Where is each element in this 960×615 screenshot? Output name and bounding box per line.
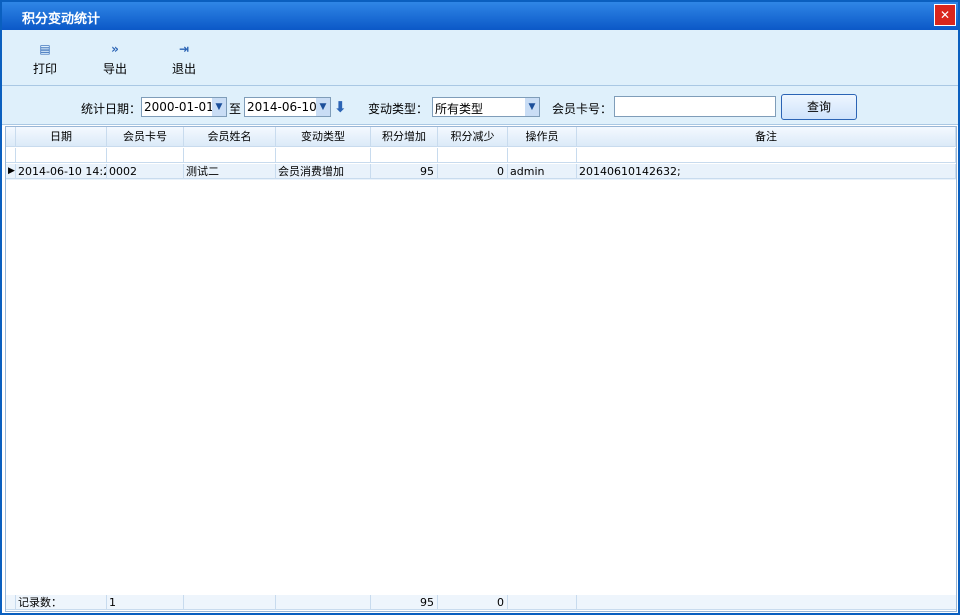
summary-row: 记录数： 1 95 0 <box>6 595 956 611</box>
window-title: 积分变动统计 <box>22 12 101 27</box>
record-count-label: 记录数： <box>16 595 107 610</box>
card-number-input[interactable] <box>614 96 776 117</box>
title-bar: 积分变动统计 ✕ <box>2 2 958 30</box>
chevron-down-icon[interactable]: ▼ <box>212 98 226 116</box>
exit-button[interactable]: ⇥ 退出 <box>159 30 209 85</box>
date-to-value: 2014-06-10 <box>247 100 317 114</box>
filter-cell[interactable] <box>438 148 508 163</box>
cell-type[interactable]: 会员消费增加 <box>276 164 371 179</box>
table-row[interactable]: ▶ 2014-06-10 14:20 0002 测试二 会员消费增加 95 0 … <box>6 164 956 180</box>
type-label: 变动类型： <box>368 102 429 116</box>
chevron-down-icon[interactable]: ▼ <box>525 98 539 116</box>
header-name[interactable]: 会员姓名 <box>184 127 276 147</box>
exit-door-icon: ⇥ <box>178 42 190 56</box>
cell-date[interactable]: 2014-06-10 14:20 <box>16 164 107 179</box>
close-icon[interactable]: ✕ <box>934 4 956 26</box>
exit-label: 退出 <box>171 62 196 76</box>
toolbar: ▤ 打印 » 导出 ⇥ 退出 <box>2 30 958 86</box>
cell-name[interactable]: 测试二 <box>184 164 276 179</box>
header-decrease[interactable]: 积分减少 <box>438 127 508 147</box>
cell-remark[interactable]: 20140610142632; <box>577 164 956 179</box>
summary-empty <box>577 595 956 610</box>
header-increase[interactable]: 积分增加 <box>371 127 438 147</box>
summary-empty <box>276 595 371 610</box>
type-value: 所有类型 <box>435 102 484 116</box>
date-from-picker[interactable]: 2000-01-01 ▼ <box>141 97 227 117</box>
type-select[interactable]: 所有类型 ▼ <box>432 97 540 117</box>
cell-card[interactable]: 0002 <box>107 164 184 179</box>
header-date[interactable]: 日期 <box>16 127 107 147</box>
chevron-down-icon[interactable]: ▼ <box>316 98 330 116</box>
filter-row <box>6 148 956 164</box>
cell-increase[interactable]: 95 <box>371 164 438 179</box>
card-label: 会员卡号： <box>552 102 613 116</box>
to-label: 至 <box>229 102 242 116</box>
filter-bar: 统计日期： 2000-01-01 ▼ 至 2014-06-10 ▼ ⬇ 变动类型… <box>2 86 958 125</box>
query-button[interactable]: 查询 <box>781 94 857 120</box>
filter-cell <box>6 148 16 163</box>
header-remark[interactable]: 备注 <box>577 127 956 147</box>
filter-cell[interactable] <box>16 148 107 163</box>
date-from-value: 2000-01-01 <box>144 100 214 114</box>
summary-empty <box>508 595 577 610</box>
filter-cell[interactable] <box>276 148 371 163</box>
print-button[interactable]: ▤ 打印 <box>20 30 70 85</box>
filter-cell[interactable] <box>371 148 438 163</box>
row-header-corner <box>6 127 16 147</box>
date-to-picker[interactable]: 2014-06-10 ▼ <box>244 97 331 117</box>
table-header: 日期 会员卡号 会员姓名 变动类型 积分增加 积分减少 操作员 备注 <box>6 127 956 147</box>
cell-decrease[interactable]: 0 <box>438 164 508 179</box>
sum-decrease: 0 <box>438 595 508 610</box>
points-change-window: 积分变动统计 ✕ ▤ 打印 » 导出 ⇥ 退出 统计日期： 2000-01-01… <box>0 0 960 615</box>
sum-increase: 95 <box>371 595 438 610</box>
records-grid: 日期 会员卡号 会员姓名 变动类型 积分增加 积分减少 操作员 备注 ▶ 201… <box>5 126 957 612</box>
cell-operator[interactable]: admin <box>508 164 577 179</box>
header-card[interactable]: 会员卡号 <box>107 127 184 147</box>
summary-empty <box>184 595 276 610</box>
down-arrow-icon[interactable]: ⬇ <box>334 98 348 116</box>
export-label: 导出 <box>102 62 127 76</box>
export-button[interactable]: » 导出 <box>90 30 140 85</box>
current-row-icon: ▶ <box>6 164 16 179</box>
print-label: 打印 <box>32 62 57 76</box>
record-count-value: 1 <box>107 595 184 610</box>
filter-cell[interactable] <box>508 148 577 163</box>
printer-icon: ▤ <box>39 42 51 56</box>
header-operator[interactable]: 操作员 <box>508 127 577 147</box>
filter-cell[interactable] <box>577 148 956 163</box>
filter-cell[interactable] <box>107 148 184 163</box>
filter-cell[interactable] <box>184 148 276 163</box>
date-label: 统计日期： <box>81 102 142 116</box>
summary-corner <box>6 595 16 610</box>
double-chevron-icon: » <box>111 42 119 56</box>
header-type[interactable]: 变动类型 <box>276 127 371 147</box>
